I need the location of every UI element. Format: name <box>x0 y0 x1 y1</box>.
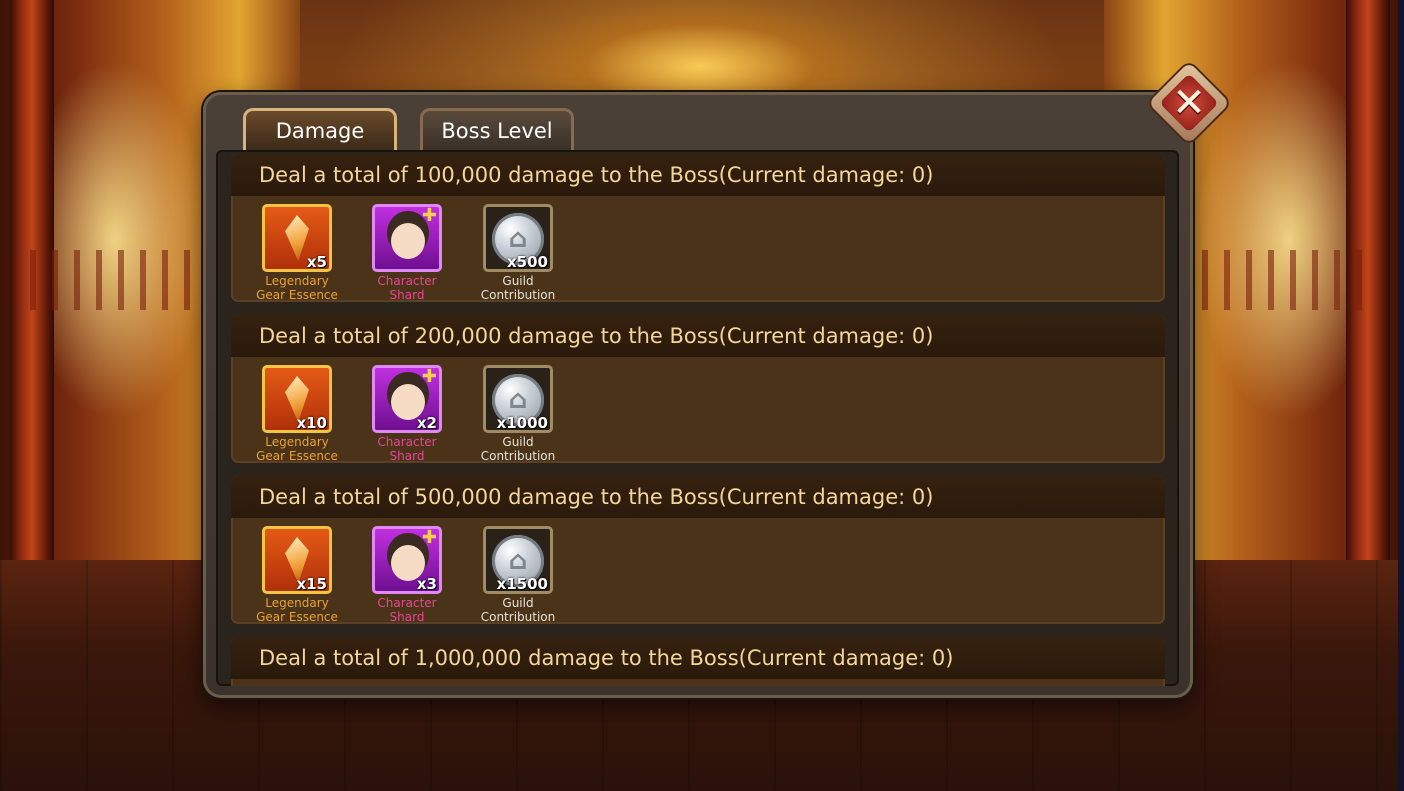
reward-quantity: x1500 <box>496 575 548 593</box>
reward-label: Guild Contribution <box>480 274 556 302</box>
reward-item[interactable]: ⌂ x500 Guild Contribution <box>466 204 570 302</box>
reward-label: Guild Contribution <box>480 596 556 624</box>
reward-label: Guild Contribution <box>480 435 556 463</box>
reward-label: Character Shard <box>377 435 437 463</box>
tab-damage-done[interactable]: Damage Done <box>243 108 397 183</box>
shard-icon: ✚ <box>421 527 437 548</box>
reward-item[interactable]: x15 Legendary Gear Essence <box>245 526 349 624</box>
guild-contribution-icon[interactable]: ⌂ x500 <box>483 204 553 272</box>
reward-quantity: x15 <box>296 575 327 593</box>
reward-item[interactable]: ✚ x2 Character Shard <box>355 365 459 463</box>
reward-label: Legendary Gear Essence <box>256 435 338 463</box>
reward-quantity: x500 <box>507 253 548 271</box>
quest-row: Deal a total of 500,000 damage to the Bo… <box>231 476 1165 624</box>
boss-reward-dialog: Damage Done Boss Level Deal a total of 1… <box>203 92 1193 698</box>
reward-quantity: x1000 <box>496 414 548 432</box>
guild-contribution-icon[interactable]: ⌂ x1000 <box>483 365 553 433</box>
reward-label: Character Shard <box>377 274 437 302</box>
reward-item[interactable]: ⌂ x1000 Guild Contribution <box>466 365 570 463</box>
shard-icon: ✚ <box>421 205 437 226</box>
close-button[interactable]: ✕ <box>1140 54 1239 153</box>
legendary-gear-essence-icon[interactable]: x10 <box>262 365 332 433</box>
quest-title: Deal a total of 200,000 damage to the Bo… <box>259 324 934 348</box>
quest-header: Deal a total of 100,000 damage to the Bo… <box>231 154 1165 196</box>
quest-title: Deal a total of 100,000 damage to the Bo… <box>259 163 934 187</box>
quest-row: Deal a total of 100,000 damage to the Bo… <box>231 154 1165 302</box>
quest-title: Deal a total of 500,000 damage to the Bo… <box>259 485 934 509</box>
shard-icon: ✚ <box>421 366 437 387</box>
legendary-gear-essence-icon[interactable]: x15 <box>262 526 332 594</box>
reward-label: Character Shard <box>377 596 437 624</box>
reward-item[interactable]: x5 Legendary Gear Essence <box>245 204 349 302</box>
reward-quantity: x2 <box>416 414 437 432</box>
gem-icon <box>285 215 309 261</box>
tab-boss-level[interactable]: Boss Level <box>420 108 574 150</box>
reward-list[interactable]: Deal a total of 100,000 damage to the Bo… <box>216 150 1179 686</box>
quest-header: Deal a total of 200,000 damage to the Bo… <box>231 315 1165 357</box>
quest-header: Deal a total of 500,000 damage to the Bo… <box>231 476 1165 518</box>
reward-item[interactable]: ✚ x3 Character Shard <box>355 526 459 624</box>
quest-header: Deal a total of 1,000,000 damage to the … <box>231 637 1165 679</box>
reward-item[interactable]: ⌂ x1500 Guild Contribution <box>466 526 570 624</box>
screen-edge <box>1398 0 1404 791</box>
close-x-icon: ✕ <box>1172 80 1206 126</box>
character-shard-icon[interactable]: ✚ x3 <box>372 526 442 594</box>
quest-title: Deal a total of 1,000,000 damage to the … <box>259 646 954 670</box>
reward-quantity: x5 <box>306 253 327 271</box>
reward-item[interactable]: ✚ Character Shard <box>355 204 459 302</box>
character-portrait-icon <box>391 223 425 259</box>
character-shard-icon[interactable]: ✚ x2 <box>372 365 442 433</box>
reward-item[interactable]: x10 Legendary Gear Essence <box>245 365 349 463</box>
reward-label: Legendary Gear Essence <box>256 596 338 624</box>
guild-contribution-icon[interactable]: ⌂ x1500 <box>483 526 553 594</box>
character-shard-icon[interactable]: ✚ <box>372 204 442 272</box>
reward-quantity: x3 <box>416 575 437 593</box>
quest-row: Deal a total of 200,000 damage to the Bo… <box>231 315 1165 463</box>
legendary-gear-essence-icon[interactable]: x5 <box>262 204 332 272</box>
reward-quantity: x10 <box>296 414 327 432</box>
quest-row: Deal a total of 1,000,000 damage to the … <box>231 637 1165 686</box>
reward-label: Legendary Gear Essence <box>256 274 338 302</box>
